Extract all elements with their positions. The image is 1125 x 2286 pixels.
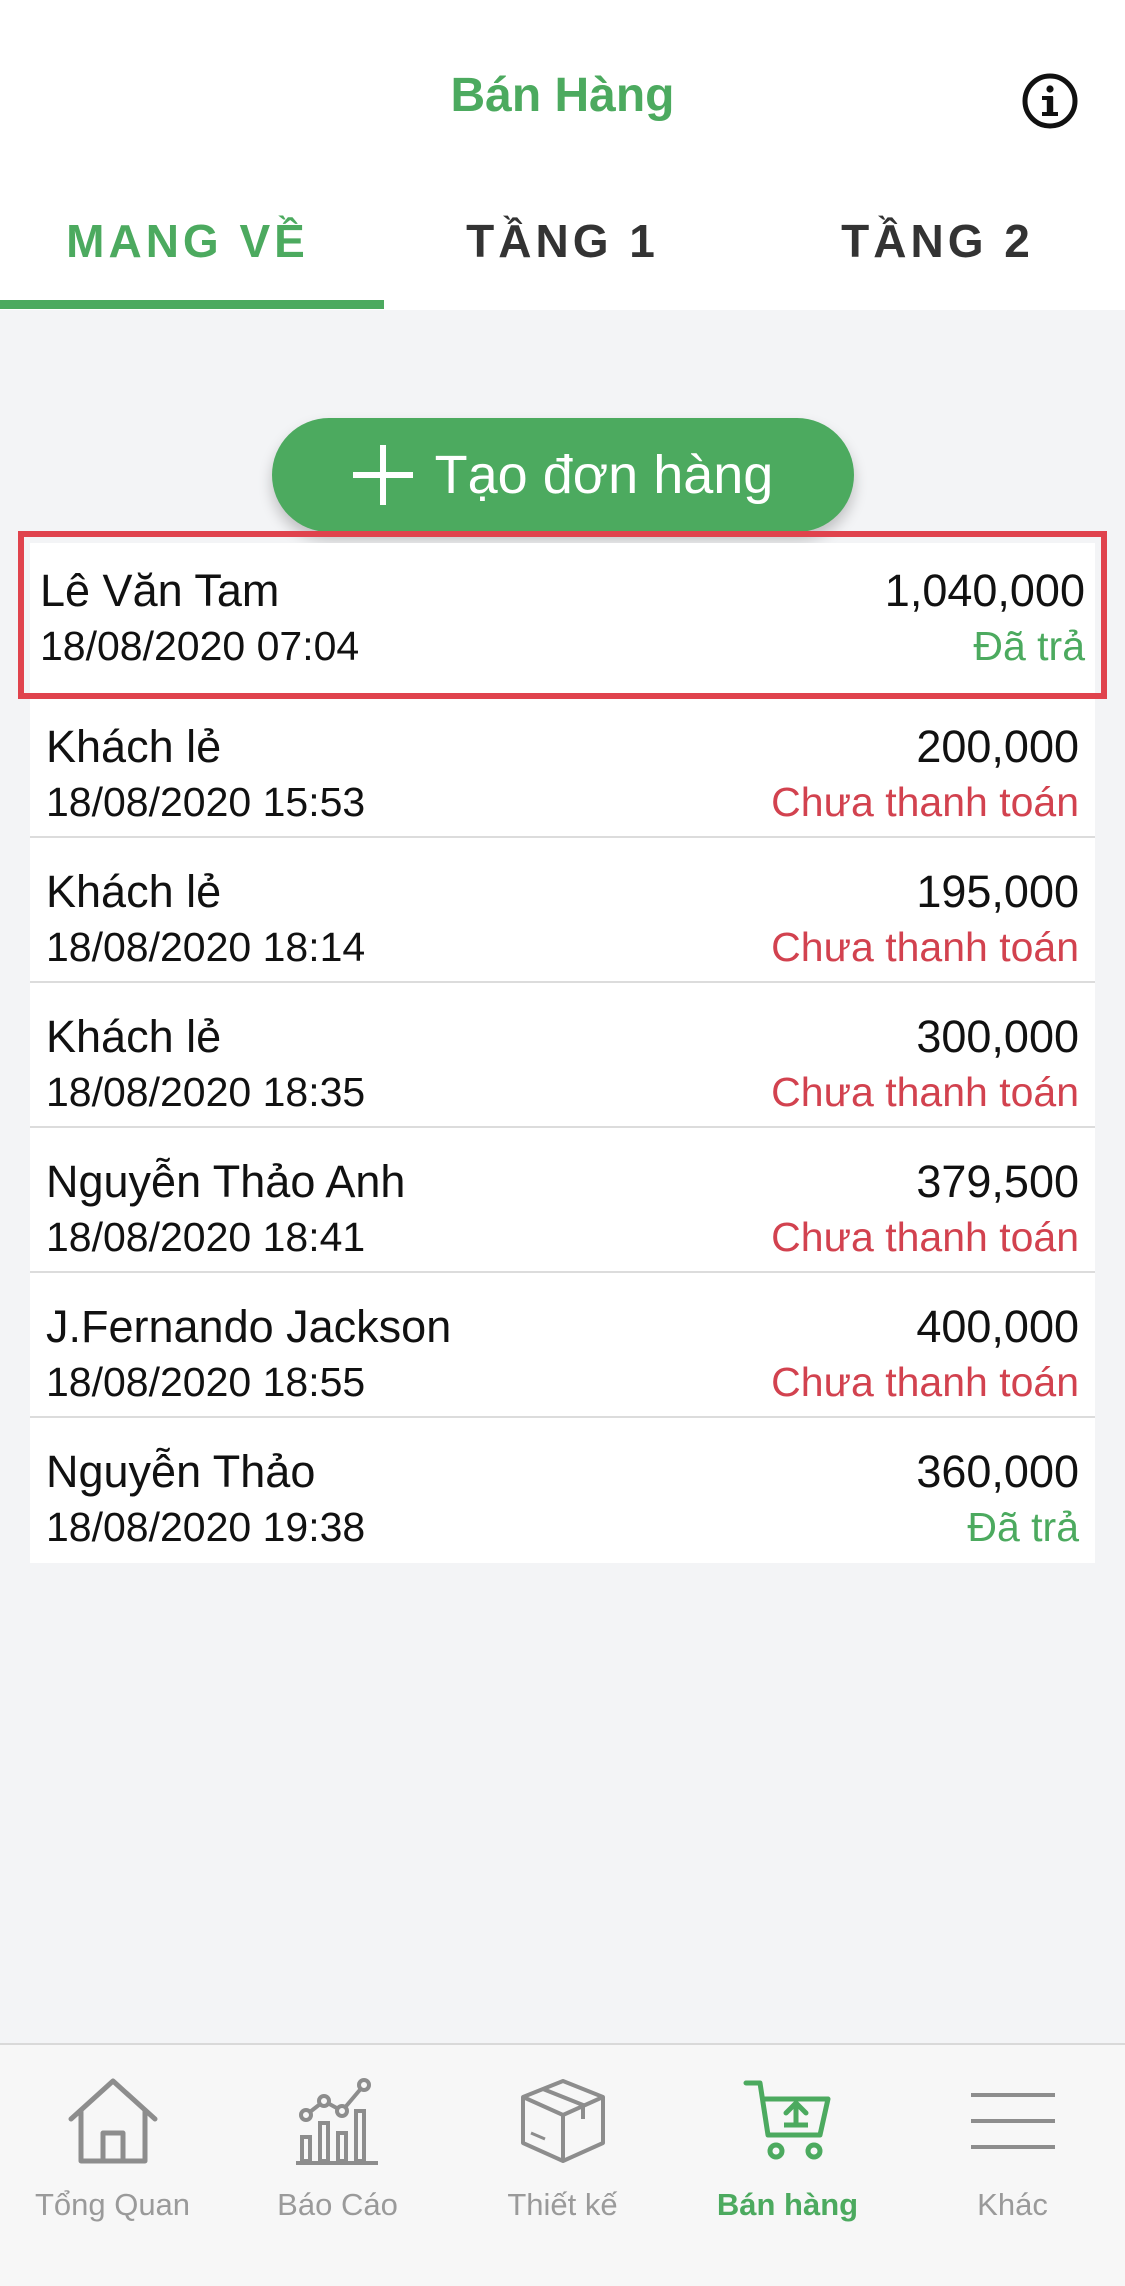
order-time: 18/08/2020 15:53 (46, 779, 366, 825)
order-status: Chưa thanh toán (771, 779, 1079, 825)
create-order-button[interactable]: Tạo đơn hàng (272, 418, 854, 532)
order-amount: 1,040,000 (884, 565, 1085, 616)
home-icon (68, 2078, 157, 2164)
order-item[interactable]: Nguyễn Thảo 18/08/2020 19:38 360,000 Đã … (30, 1418, 1095, 1563)
tabbar-item-thiet-ke[interactable]: Thiết kế (450, 2045, 675, 2286)
order-status: Chưa thanh toán (771, 1214, 1079, 1260)
tab-tang-1[interactable]: TẦNG 1 (375, 200, 750, 310)
plus-icon (352, 445, 413, 505)
order-customer-name: Nguyễn Thảo Anh (46, 1156, 406, 1207)
active-tab-indicator (0, 300, 384, 309)
chart-icon (295, 2078, 378, 2165)
info-icon[interactable] (1021, 72, 1079, 130)
order-time: 18/08/2020 18:35 (46, 1069, 366, 1115)
order-item[interactable]: Khách lẻ 18/08/2020 18:14 195,000 Chưa t… (30, 838, 1095, 983)
order-amount: 200,000 (916, 721, 1079, 772)
create-order-label: Tạo đơn hàng (434, 445, 774, 505)
order-amount: 300,000 (916, 1011, 1079, 1062)
order-amount: 400,000 (916, 1301, 1079, 1352)
order-customer-name: Khách lẻ (46, 721, 222, 772)
tabbar-label: Thiết kế (507, 2187, 618, 2222)
tab-tang-2[interactable]: TẦNG 2 (750, 200, 1125, 310)
order-time: 18/08/2020 18:55 (46, 1359, 366, 1405)
tabbar-item-bao-cao[interactable]: Báo Cáo (225, 2045, 450, 2286)
order-time: 18/08/2020 19:38 (46, 1504, 366, 1550)
tabbar-item-ban-hang[interactable]: Bán hàng (675, 2045, 900, 2286)
order-amount: 379,500 (916, 1156, 1079, 1207)
order-item[interactable]: Khách lẻ 18/08/2020 15:53 200,000 Chưa t… (30, 693, 1095, 838)
order-amount: 195,000 (916, 866, 1079, 917)
order-item[interactable]: Khách lẻ 18/08/2020 18:35 300,000 Chưa t… (30, 983, 1095, 1128)
order-item[interactable]: Nguyễn Thảo Anh 18/08/2020 18:41 379,500… (30, 1128, 1095, 1273)
tabbar-item-tong-quan[interactable]: Tổng Quan (0, 2045, 225, 2286)
order-customer-name: Khách lẻ (46, 866, 222, 917)
menu-icon (970, 2093, 1055, 2149)
tab-mang-ve[interactable]: MANG VỀ (0, 200, 375, 310)
order-item-selected[interactable]: Lê Văn Tam 18/08/2020 07:04 1,040,000 Đã… (18, 531, 1107, 699)
order-customer-name: Nguyễn Thảo (46, 1446, 316, 1497)
order-status: Đã trả (973, 623, 1085, 669)
tabbar-label: Tổng Quan (34, 2187, 191, 2222)
tabbar-label: Khác (977, 2187, 1048, 2222)
tabbar-label: Bán hàng (716, 2187, 859, 2222)
order-status: Chưa thanh toán (771, 924, 1079, 970)
box-icon (520, 2079, 605, 2163)
order-customer-name: Lê Văn Tam (40, 565, 280, 616)
order-customer-name: J.Fernando Jackson (46, 1301, 452, 1352)
order-status: Chưa thanh toán (771, 1359, 1079, 1405)
order-amount: 360,000 (916, 1446, 1079, 1497)
header: Bán Hàng (0, 0, 1125, 200)
tabbar-item-khac[interactable]: Khác (900, 2045, 1125, 2286)
order-list: Lê Văn Tam 18/08/2020 07:04 1,040,000 Đã… (18, 531, 1107, 1563)
tab-bar: MANG VỀ TẦNG 1 TẦNG 2 (0, 200, 1125, 310)
bottom-tab-bar: Tổng Quan Báo Cáo Thiết kế Bán hàng Khác (0, 2043, 1125, 2286)
order-status: Đã trả (967, 1504, 1079, 1550)
order-item[interactable]: J.Fernando Jackson 18/08/2020 18:55 400,… (30, 1273, 1095, 1418)
order-time: 18/08/2020 18:14 (46, 924, 366, 970)
order-customer-name: Khách lẻ (46, 1011, 222, 1062)
order-time: 18/08/2020 07:04 (40, 623, 360, 669)
tabbar-label: Báo Cáo (277, 2187, 398, 2222)
order-status: Chưa thanh toán (771, 1069, 1079, 1115)
order-time: 18/08/2020 18:41 (46, 1214, 366, 1260)
page-title: Bán Hàng (450, 69, 675, 122)
cart-icon (743, 2080, 830, 2160)
